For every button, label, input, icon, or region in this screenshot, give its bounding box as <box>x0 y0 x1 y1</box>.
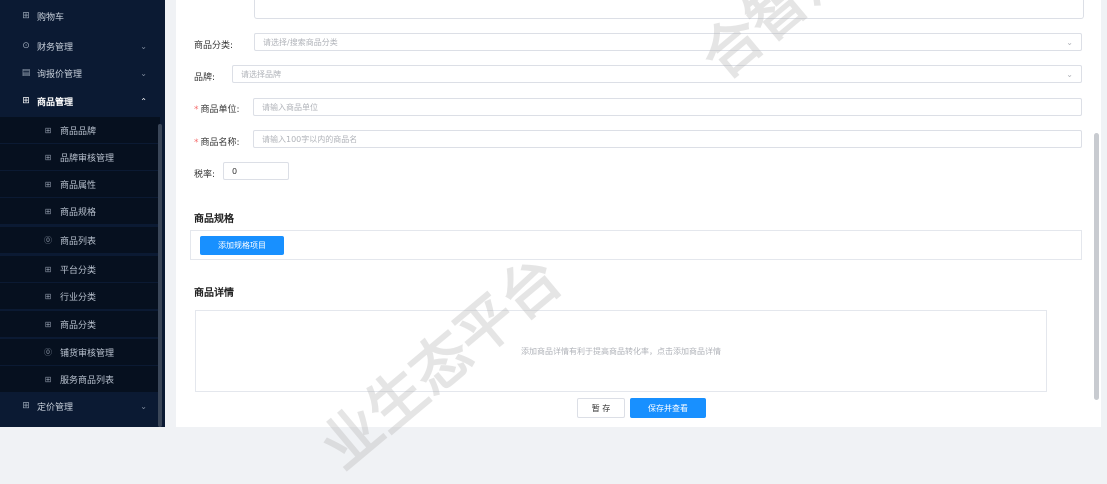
sidebar-subitem-label: 品牌审核管理 <box>60 153 115 164</box>
sidebar-subitem-label: 商品属性 <box>60 180 97 191</box>
grid-icon: ⊞ <box>44 264 52 274</box>
name-input[interactable]: 请输入100字以内的商品名 <box>253 130 1082 148</box>
sidebar-subitem-industry-category[interactable]: ⊞ 行业分类 <box>0 283 160 309</box>
sidebar-subitem-platform-category[interactable]: ⊞ 平台分类 <box>0 256 160 282</box>
sidebar-subitem-label: 商品列表 <box>60 236 97 247</box>
sidebar-item-label: 询报价管理 <box>37 69 83 80</box>
tax-input[interactable]: 0 <box>223 162 289 180</box>
required-mark: * <box>194 105 199 115</box>
grid-icon: ⊞ <box>44 125 52 135</box>
sidebar-subitem-label: 商品品牌 <box>60 126 97 137</box>
grid-icon: ⊞ <box>44 291 52 301</box>
sidebar-subitem-brand-review[interactable]: ⊞ 品牌审核管理 <box>0 144 160 170</box>
unit-input[interactable]: 请输入商品单位 <box>253 98 1082 116</box>
brand-placeholder: 请选择品牌 <box>241 69 281 79</box>
main-panel: 商品分类: 请选择/搜索商品分类 ⌄ 品牌: 请选择品牌 ⌄ * 商品单位: 请输… <box>176 0 1101 427</box>
grid-icon: ⊞ <box>44 374 52 384</box>
grid-icon: ⊞ <box>44 319 52 329</box>
tax-value: 0 <box>232 166 238 176</box>
sidebar-subitem-label: 服务商品列表 <box>60 375 115 386</box>
name-placeholder: 请输入100字以内的商品名 <box>262 134 358 144</box>
save-draft-button[interactable]: 暂 存 <box>577 398 625 418</box>
chevron-up-icon: ⌃ <box>140 96 147 106</box>
sidebar-subitem-distribution-review[interactable]: ⓪ 铺货审核管理 <box>0 339 160 365</box>
sidebar-subitem-label: 行业分类 <box>60 292 97 303</box>
unit-label-text: 商品单位: <box>200 105 240 115</box>
sidebar-scrollbar[interactable] <box>158 124 162 427</box>
category-placeholder: 请选择/搜索商品分类 <box>263 37 338 47</box>
tax-label: 税率: <box>194 170 216 180</box>
sidebar-item-label: 财务管理 <box>37 42 74 53</box>
grid-icon: ⊞ <box>44 152 52 162</box>
sidebar-item-cart[interactable]: ⊞ 购物车 <box>0 4 165 28</box>
sidebar-subitem-specs[interactable]: ⊞ 商品规格 <box>0 198 160 224</box>
spec-section-title: 商品规格 <box>194 214 234 225</box>
chevron-down-icon: ⌄ <box>140 68 147 78</box>
sidebar-subitem-label: 商品规格 <box>60 207 97 218</box>
sidebar-item-quotation[interactable]: ▤ 询报价管理 ⌄ <box>0 61 165 85</box>
name-label: * 商品名称: <box>194 135 240 148</box>
add-spec-button[interactable]: 添加规格项目 <box>200 236 284 255</box>
chevron-down-icon: ⌄ <box>1066 69 1073 79</box>
sidebar-item-label: 定价管理 <box>37 402 74 413</box>
sidebar-item-finance[interactable]: ⊙ 财务管理 ⌄ <box>0 34 165 58</box>
chevron-down-icon: ⌄ <box>1066 37 1073 47</box>
spec-box <box>190 230 1082 260</box>
unit-label: * 商品单位: <box>194 102 240 115</box>
grid-icon: ⊞ <box>22 96 30 106</box>
name-label-text: 商品名称: <box>200 138 240 148</box>
finance-icon: ⊙ <box>22 41 30 51</box>
sidebar-item-label: 购物车 <box>37 12 65 23</box>
sidebar-item-pricing[interactable]: ⊞ 定价管理 ⌄ <box>0 394 165 418</box>
sidebar-subitem-product-category[interactable]: ⊞ 商品分类 <box>0 311 160 337</box>
chevron-down-icon: ⌄ <box>140 41 147 51</box>
top-input-field[interactable] <box>254 0 1084 19</box>
sidebar-subitem-service-products[interactable]: ⊞ 服务商品列表 <box>0 366 160 392</box>
sidebar-subitem-product-list[interactable]: ⓪ 商品列表 <box>0 227 160 253</box>
unit-placeholder: 请输入商品单位 <box>262 102 318 112</box>
sidebar-subitem-label: 平台分类 <box>60 265 97 276</box>
main-scrollbar[interactable] <box>1094 133 1099 400</box>
brand-label: 品牌: <box>194 73 216 83</box>
category-select[interactable]: 请选择/搜索商品分类 ⌄ <box>254 33 1082 51</box>
chevron-down-icon: ⌄ <box>140 401 147 411</box>
chart-icon: ▤ <box>21 68 31 78</box>
detail-hint: 添加商品详情有利于提高商品转化率，点击添加商品详情 <box>521 346 721 356</box>
sidebar: ⊞ 购物车 ⊙ 财务管理 ⌄ ▤ 询报价管理 ⌄ ⊞ 商品管理 ⌃ ⊞ 商品品牌… <box>0 0 165 427</box>
sidebar-subitem-attributes[interactable]: ⊞ 商品属性 <box>0 171 160 197</box>
grid-icon: ⊞ <box>44 206 52 216</box>
required-mark: * <box>194 138 199 148</box>
grid-icon: ⊞ <box>22 401 30 411</box>
question-circle-icon: ⓪ <box>44 347 52 357</box>
cart-icon: ⊞ <box>22 11 30 21</box>
sidebar-subitem-label: 商品分类 <box>60 320 97 331</box>
detail-editor-area[interactable]: 添加商品详情有利于提高商品转化率，点击添加商品详情 <box>195 310 1047 392</box>
brand-select[interactable]: 请选择品牌 ⌄ <box>232 65 1082 83</box>
grid-icon: ⊞ <box>44 179 52 189</box>
sidebar-subitem-brand[interactable]: ⊞ 商品品牌 <box>0 117 160 143</box>
detail-section-title: 商品详情 <box>194 288 234 299</box>
save-and-view-button[interactable]: 保存并查看 <box>630 398 706 418</box>
sidebar-item-product-management[interactable]: ⊞ 商品管理 ⌃ <box>0 89 165 113</box>
sidebar-item-label: 商品管理 <box>37 97 74 108</box>
category-label: 商品分类: <box>194 41 234 51</box>
sidebar-subitem-label: 铺货审核管理 <box>60 348 115 359</box>
question-circle-icon: ⓪ <box>44 235 52 245</box>
